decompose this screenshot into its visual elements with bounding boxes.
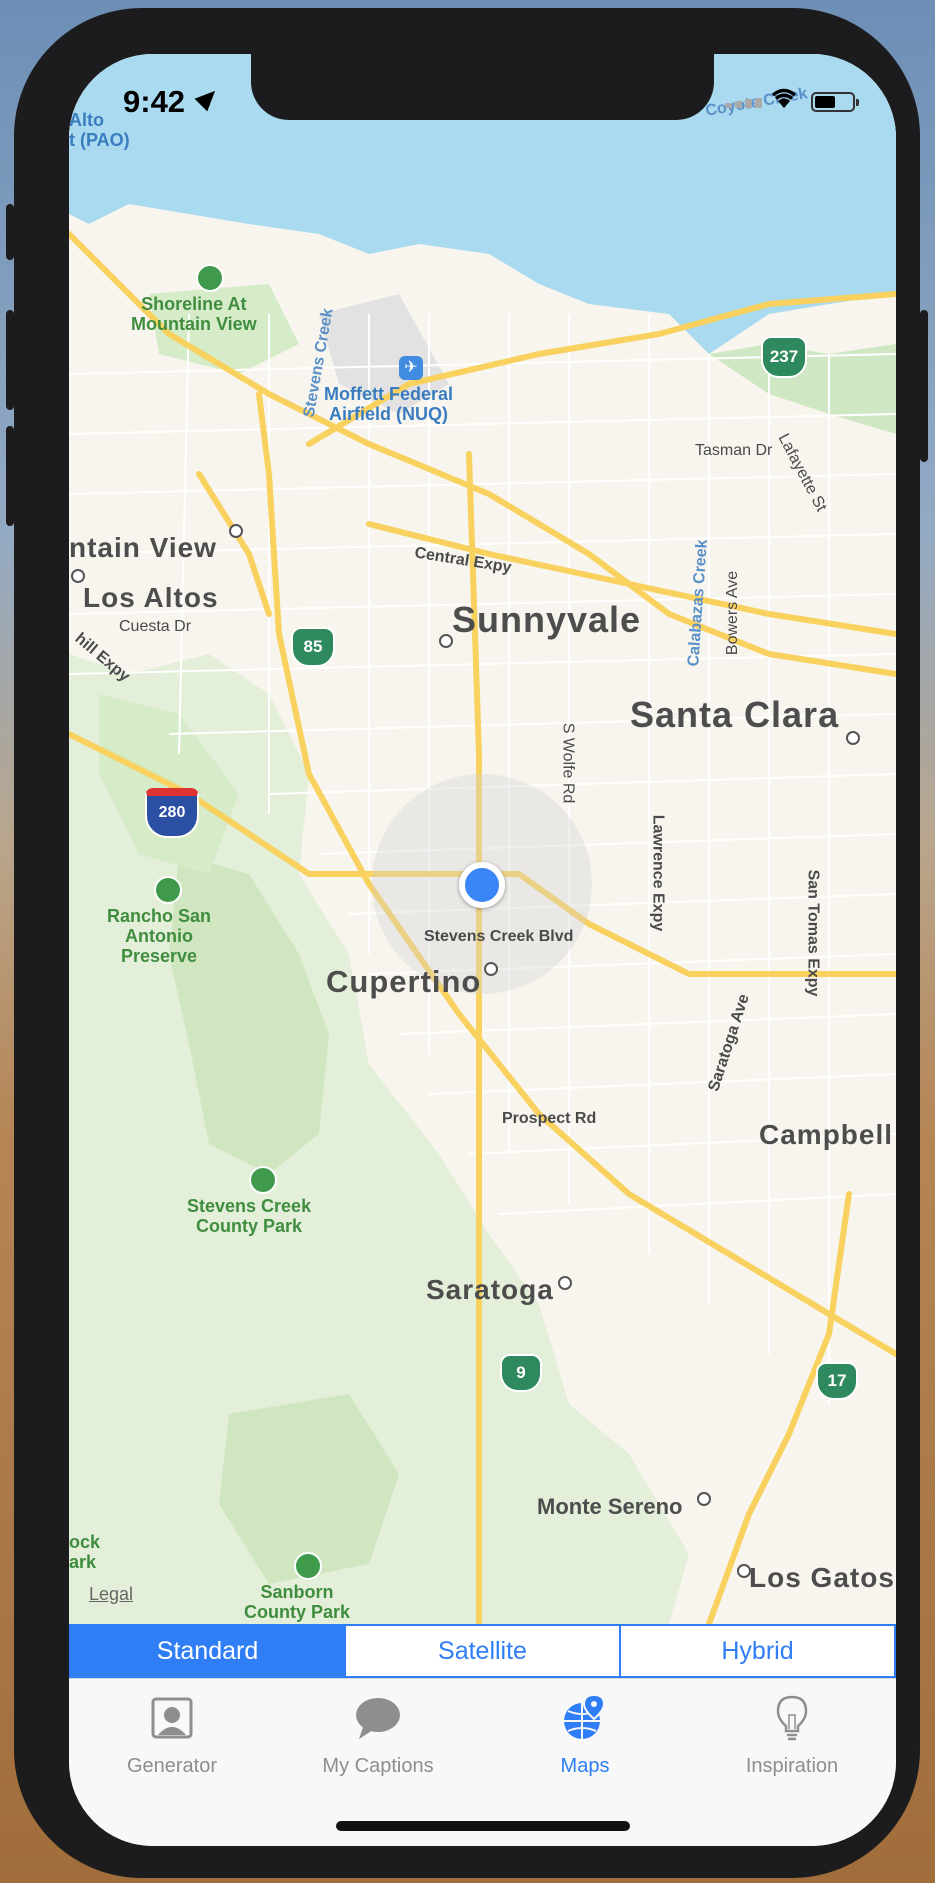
tab-inspiration[interactable]: Inspiration — [689, 1679, 895, 1779]
city-dot — [558, 1276, 572, 1290]
speech-bubble-icon — [353, 1693, 403, 1743]
street-label: San Tomas Expy — [804, 869, 822, 997]
lightbulb-icon — [767, 1693, 817, 1743]
legal-link[interactable]: Legal — [89, 1584, 133, 1605]
city-dot — [229, 524, 243, 538]
volume-up-button — [6, 310, 14, 410]
tab-my-captions[interactable]: My Captions — [275, 1679, 481, 1779]
street-label: Tasman Dr — [695, 442, 773, 459]
city-dot — [846, 731, 860, 745]
park-label-stevens-creek: Stevens Creek County Park — [187, 1196, 312, 1236]
city-label-mountain-view: ntain View — [69, 532, 217, 563]
city-label-los-gatos: Los Gatos — [749, 1562, 895, 1593]
city-label-cupertino: Cupertino — [326, 964, 482, 999]
battery-icon — [811, 92, 859, 112]
airport-label-moffett: Moffett Federal Airfield (NUQ) — [324, 384, 454, 424]
city-label-saratoga: Saratoga — [426, 1274, 554, 1305]
status-time: 9:42 — [123, 84, 186, 119]
park-pin-icon — [249, 1166, 277, 1194]
city-label-campbell: Campbell — [759, 1119, 894, 1150]
screen: Sunnyvale Santa Clara Cupertino Saratoga… — [69, 54, 896, 1846]
power-button — [920, 310, 928, 462]
street-label: Lawrence Expy — [649, 814, 667, 932]
street-label: S Wolfe Rd — [559, 722, 577, 804]
home-indicator — [336, 1821, 630, 1831]
phone-frame: Sunnyvale Santa Clara Cupertino Saratoga… — [6, 8, 928, 1878]
park-pin-icon — [154, 876, 182, 904]
city-label-sunnyvale: Sunnyvale — [452, 599, 642, 640]
portrait-icon — [147, 1693, 197, 1743]
notch — [251, 54, 714, 120]
city-label-los-altos: Los Altos — [83, 582, 219, 613]
map-view[interactable]: Sunnyvale Santa Clara Cupertino Saratoga… — [69, 54, 896, 1624]
city-label-santa-clara: Santa Clara — [630, 694, 840, 735]
city-label-monte-sereno: Monte Sereno — [537, 1494, 683, 1519]
city-dot — [439, 634, 453, 648]
city-dot — [71, 569, 85, 583]
volume-down-button — [6, 426, 14, 526]
segment-satellite[interactable]: Satellite — [346, 1626, 621, 1676]
highway-shield-237: 237 — [761, 336, 807, 378]
map-type-segmented-control: Standard Satellite Hybrid — [69, 1624, 896, 1678]
city-dot — [484, 962, 498, 976]
segment-hybrid[interactable]: Hybrid — [621, 1626, 894, 1676]
street-label: Bowers Ave — [724, 570, 742, 656]
tab-label: My Captions — [322, 1755, 434, 1777]
park-label-shoreline: Shoreline At Mountain View — [131, 294, 257, 334]
street-label: Stevens Creek Blvd — [424, 928, 574, 945]
tab-label: Generator — [126, 1755, 218, 1777]
park-label-rancho-san-antonio: Rancho San Antonio Preserve — [107, 906, 212, 966]
user-location-dot[interactable] — [459, 862, 505, 908]
highway-shield-280: 280 — [145, 788, 199, 838]
highway-shield-9: 9 — [500, 1354, 542, 1392]
globe-pin-icon — [560, 1693, 610, 1743]
segment-standard[interactable]: Standard — [71, 1626, 346, 1676]
highway-shield-85: 85 — [291, 627, 335, 667]
tab-label: Maps — [560, 1755, 610, 1777]
wifi-icon — [769, 84, 799, 110]
park-label-partial: ock ark — [69, 1532, 101, 1572]
tab-label: Inspiration — [745, 1755, 839, 1777]
tab-generator[interactable]: Generator — [69, 1679, 275, 1779]
map-base — [69, 54, 896, 1624]
city-dot — [737, 1564, 751, 1578]
mute-switch — [6, 204, 14, 260]
cellular-signal-icon — [725, 98, 763, 108]
city-dot — [697, 1492, 711, 1506]
highway-shield-17: 17 — [816, 1362, 858, 1400]
park-pin-icon — [294, 1552, 322, 1580]
street-label: Prospect Rd — [502, 1110, 597, 1127]
tab-maps[interactable]: Maps — [482, 1679, 688, 1779]
street-label: Cuesta Dr — [119, 618, 192, 635]
park-pin-icon — [196, 264, 224, 292]
airport-label-palo-alto: Alto t (PAO) — [69, 110, 130, 150]
airport-icon: ✈ — [399, 356, 423, 380]
park-label-sanborn: Sanborn County Park — [244, 1582, 351, 1622]
